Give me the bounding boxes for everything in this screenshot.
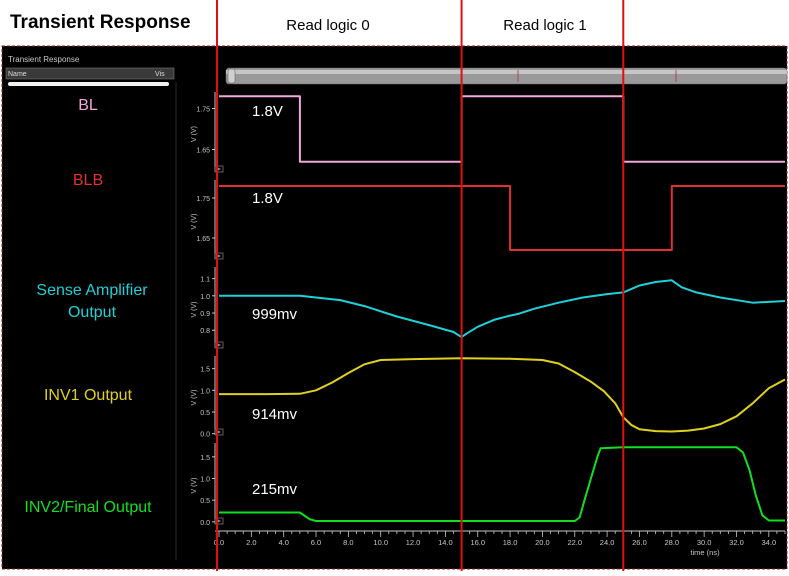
- x-tick-label: 16.0: [470, 538, 485, 547]
- panel-column-header: [5, 67, 175, 80]
- x-tick-label: 0.0: [214, 538, 224, 547]
- y-tick-label: 1.75: [196, 196, 210, 203]
- y-tick-label: 1.0: [200, 477, 210, 484]
- y-tick-label: 1.65: [196, 148, 210, 155]
- panel-scrollbar[interactable]: [8, 82, 169, 86]
- annotation-blb: 1.8V: [252, 190, 283, 207]
- y-axis-label: V (V): [191, 390, 198, 406]
- y-tick-label: 1.5: [200, 367, 210, 374]
- signal-name-inv2[interactable]: INV2/Final Output: [24, 499, 152, 516]
- signal-name-blb[interactable]: BLB: [73, 172, 103, 189]
- annotation-inv1: 914mv: [252, 406, 298, 423]
- panel-title: Transient Response: [8, 55, 80, 64]
- x-tick-label: 8.0: [343, 538, 353, 547]
- column-vis[interactable]: Vis: [155, 71, 165, 78]
- y-tick-label: 1.65: [196, 236, 210, 243]
- x-tick-label: 10.0: [373, 538, 388, 547]
- x-tick-label: 32.0: [729, 538, 744, 547]
- x-tick-label: 34.0: [762, 538, 777, 547]
- y-tick-label: 0.5: [200, 410, 210, 417]
- phase-label-read-1: Read logic 1: [503, 17, 586, 34]
- signal-name-line: Output: [68, 304, 117, 321]
- phase-label-read-0: Read logic 0: [286, 17, 369, 34]
- y-tick-label: 0.0: [200, 432, 210, 439]
- signal-name-line: Sense Amplifier: [36, 282, 148, 299]
- signal-name-bl[interactable]: BL: [78, 97, 98, 114]
- x-tick-label: 20.0: [535, 538, 550, 547]
- signal-name-inv1[interactable]: INV1 Output: [44, 387, 133, 404]
- x-tick-label: 2.0: [246, 538, 256, 547]
- y-axis-label: V (V): [191, 302, 198, 318]
- y-tick-label: 1.1: [200, 277, 210, 284]
- x-tick-label: 26.0: [632, 538, 647, 547]
- annotation-sa: 999mv: [252, 306, 298, 323]
- column-name[interactable]: Name: [8, 71, 27, 78]
- y-tick-label: 1.0: [200, 388, 210, 395]
- x-tick-label: 6.0: [311, 538, 321, 547]
- x-tick-label: 28.0: [664, 538, 679, 547]
- y-axis-label: V (V): [191, 126, 198, 142]
- y-axis-label: V (V): [191, 478, 198, 494]
- y-tick-label: 1.75: [196, 107, 210, 114]
- x-tick-label: 22.0: [567, 538, 582, 547]
- y-tick-label: 1.5: [200, 455, 210, 462]
- page-title: Transient Response: [10, 12, 191, 33]
- x-tick-label: 12.0: [406, 538, 421, 547]
- x-tick-label: 30.0: [697, 538, 712, 547]
- annotation-bl: 1.8V: [252, 103, 283, 120]
- x-tick-label: 18.0: [503, 538, 518, 547]
- x-tick-label: 24.0: [600, 538, 615, 547]
- x-tick-label: 14.0: [438, 538, 453, 547]
- y-axis-label: V (V): [191, 214, 198, 230]
- scrollbar-handle[interactable]: [227, 68, 236, 84]
- time-scrollbar[interactable]: [225, 67, 788, 85]
- x-tick-label: 4.0: [278, 538, 288, 547]
- annotation-inv2: 215mv: [252, 481, 298, 498]
- plot-background: [2, 46, 787, 569]
- y-tick-label: 0.5: [200, 498, 210, 505]
- y-tick-label: 0.8: [200, 328, 210, 335]
- figure-canvas: Transient Response Read logic 0 Read log…: [0, 0, 789, 571]
- y-tick-label: 1.0: [200, 294, 210, 301]
- transient-response-figure: Transient Response Read logic 0 Read log…: [0, 0, 789, 571]
- x-axis-label: time (ns): [690, 548, 720, 557]
- y-tick-label: 0.9: [200, 311, 210, 318]
- scrollbar-highlight: [226, 70, 787, 74]
- y-tick-label: 0.0: [200, 520, 210, 527]
